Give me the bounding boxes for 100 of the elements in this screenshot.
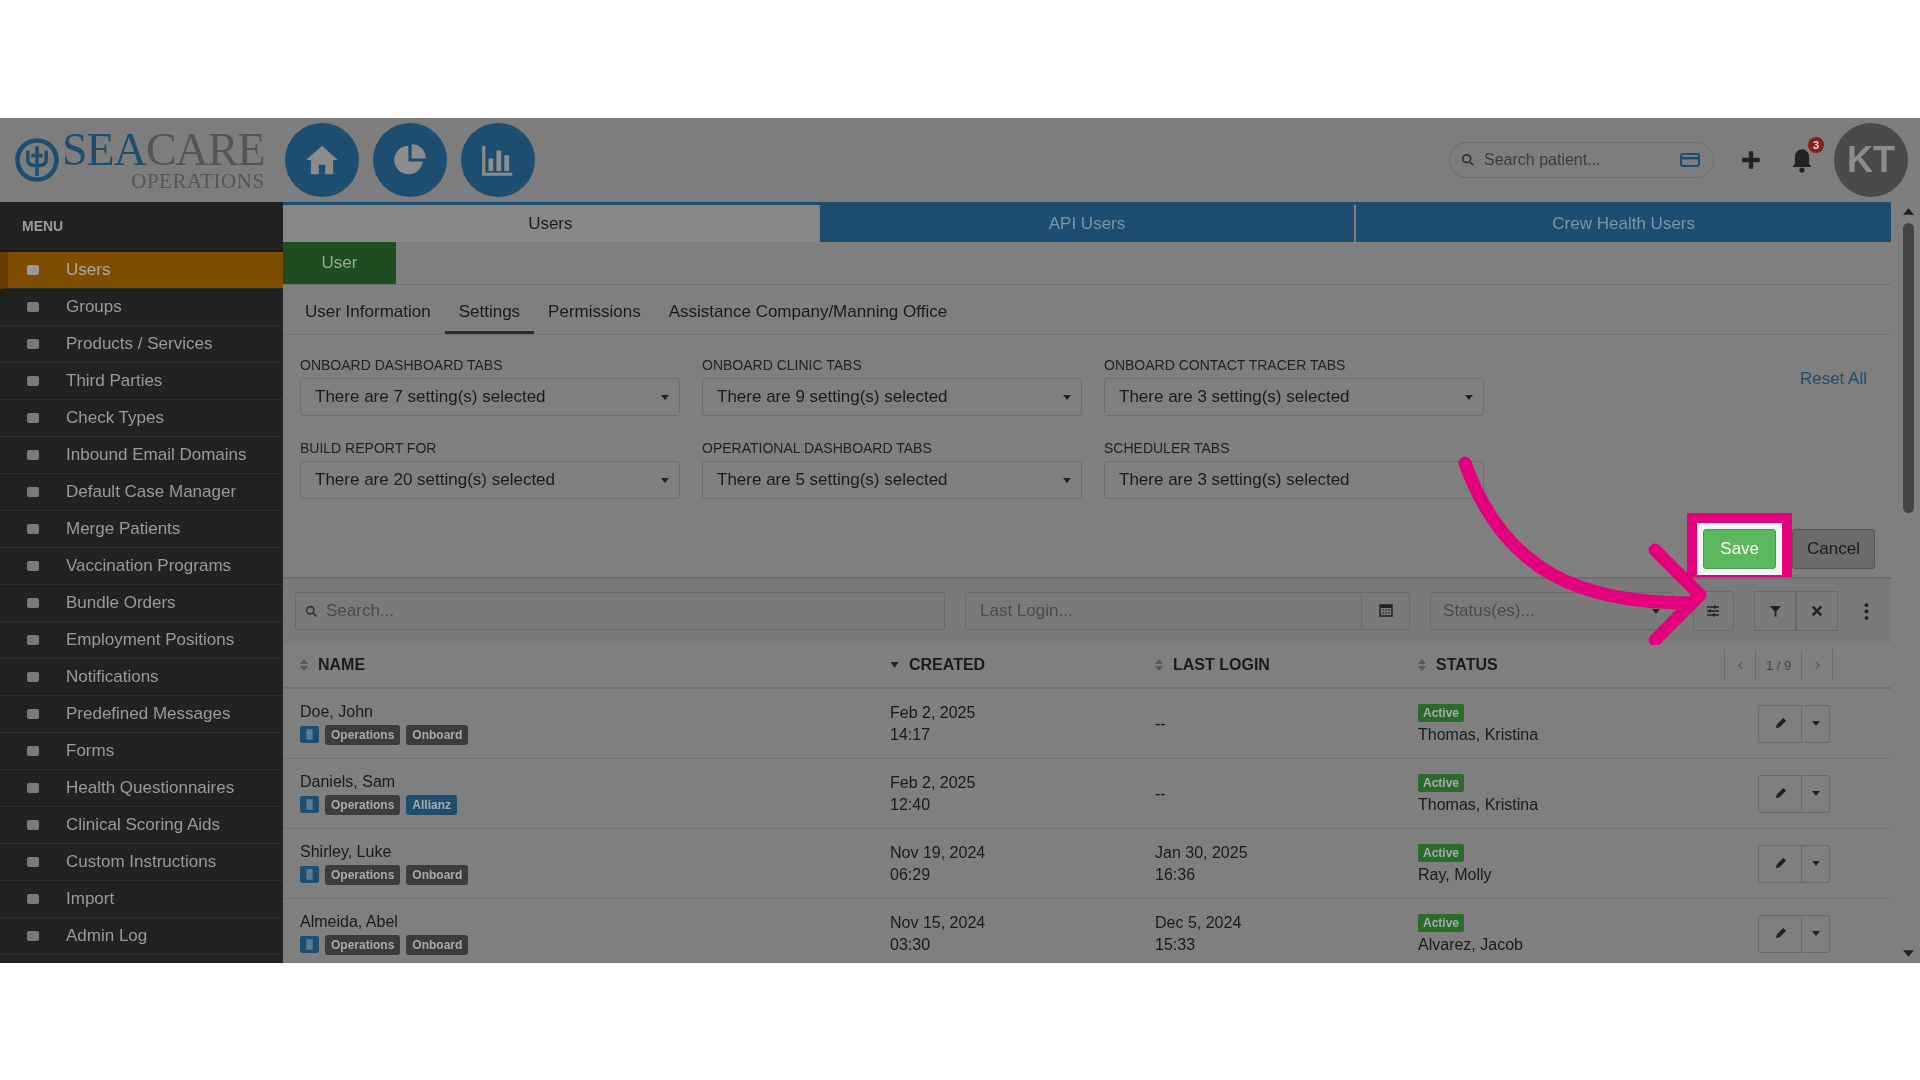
user-name: Shirley, Luke <box>300 842 392 861</box>
tab[interactable]: Crew Health Users <box>1356 205 1891 242</box>
last-login-date: 15:33 <box>1155 935 1196 954</box>
filter-button[interactable] <box>1754 591 1797 631</box>
created-date: 12:40 <box>890 795 931 814</box>
square-icon <box>26 337 40 351</box>
user-name: Doe, John <box>300 702 373 721</box>
card-icon[interactable] <box>1680 153 1700 167</box>
subtab[interactable]: Assistance Company/Manning Office <box>654 285 962 334</box>
sidebar-item[interactable]: Merge Patients <box>0 511 283 548</box>
column-header[interactable]: LAST LOGIN <box>1155 656 1418 674</box>
search-icon <box>305 605 318 618</box>
sidebar-item[interactable]: Users <box>0 252 283 289</box>
square-icon <box>26 411 40 425</box>
square-icon <box>26 818 40 832</box>
subtab[interactable]: Settings <box>444 285 535 334</box>
created-date: Nov 19, 2024 <box>890 843 986 862</box>
square-icon <box>26 448 40 462</box>
subtab[interactable]: User Information <box>291 285 445 334</box>
sidebar-item[interactable]: Health Questionnaires <box>0 770 283 807</box>
chevron-left-icon <box>1737 660 1743 670</box>
calendar-icon <box>1378 602 1393 617</box>
created-date: 03:30 <box>890 935 931 954</box>
last-login-date: Jan 30, 2025 <box>1155 843 1248 862</box>
tag: Operations <box>325 934 401 955</box>
case-manager: Alvarez, Jacob <box>1418 935 1523 954</box>
tab[interactable]: API Users <box>819 205 1355 242</box>
sidebar-item[interactable]: Predefined Messages <box>0 696 283 733</box>
user-name: Daniels, Sam <box>300 772 396 791</box>
square-icon <box>26 707 40 721</box>
sidebar-item[interactable]: Custom Instructions <box>0 844 283 881</box>
page-indicator: 1 / 9 <box>1755 649 1803 681</box>
case-manager: Ray, Molly <box>1418 865 1492 884</box>
add-icon[interactable] <box>1740 149 1762 171</box>
caret-icon <box>661 477 669 483</box>
setting-dropdown[interactable]: There are 3 setting(s) selected <box>1104 461 1484 499</box>
caret-icon <box>1063 477 1071 483</box>
setting-dropdown[interactable]: There are 7 setting(s) selected <box>300 378 680 416</box>
scrollbar-thumb[interactable] <box>1903 223 1914 513</box>
square-icon <box>26 300 40 314</box>
setting-label: BUILD REPORT FOR <box>300 440 438 456</box>
filter-icon <box>1768 604 1782 618</box>
last-login-date: -- <box>1155 784 1166 803</box>
caret-icon <box>1811 721 1820 726</box>
patient-search-field[interactable]: Search patient... <box>1449 142 1714 178</box>
edit-button[interactable] <box>1758 914 1802 953</box>
square-icon <box>26 781 40 795</box>
tag: Operations <box>325 864 401 885</box>
edit-button[interactable] <box>1758 704 1802 743</box>
sidebar-item[interactable]: Check Types <box>0 400 283 437</box>
sidebar-item[interactable]: Default Case Manager <box>0 474 283 511</box>
sidebar-item[interactable]: Vaccination Programs <box>0 548 283 585</box>
setting-dropdown[interactable]: There are 9 setting(s) selected <box>702 378 1082 416</box>
sidebar-item[interactable]: Inbound Email Domains <box>0 437 283 474</box>
setting-dropdown[interactable]: There are 3 setting(s) selected <box>1104 378 1484 416</box>
column-header[interactable]: STATUS <box>1418 656 1718 674</box>
avatar[interactable]: KT <box>1834 123 1908 197</box>
sidebar-item[interactable]: Bundle Orders <box>0 585 283 622</box>
scroll-down-icon[interactable] <box>1903 950 1914 957</box>
created-date: 06:29 <box>890 865 931 884</box>
scroll-up-icon[interactable] <box>1903 208 1914 215</box>
tab[interactable]: Users <box>283 205 818 242</box>
sidebar-item[interactable]: Import <box>0 881 283 918</box>
sidebar-item[interactable]: Forms <box>0 733 283 770</box>
caret-icon <box>1811 861 1820 866</box>
save-button[interactable]: Save <box>1703 529 1777 569</box>
adjust-button[interactable] <box>1692 591 1735 631</box>
setting-dropdown[interactable]: There are 5 setting(s) selected <box>702 461 1082 499</box>
reset-all-link[interactable]: Reset All <box>1799 369 1867 389</box>
tag: Onboard <box>406 724 469 745</box>
sidebar-item[interactable]: Groups <box>0 289 283 326</box>
column-header[interactable]: NAME <box>300 656 890 674</box>
sidebar-item[interactable]: Third Parties <box>0 363 283 400</box>
square-icon <box>26 855 40 869</box>
calendar-button[interactable] <box>1362 592 1411 630</box>
clear-button[interactable] <box>1796 591 1839 631</box>
edit-button[interactable] <box>1758 844 1802 883</box>
chevron-right-icon <box>1814 660 1820 670</box>
cancel-button[interactable]: Cancel <box>1792 529 1875 569</box>
square-icon <box>26 633 40 647</box>
bell-icon[interactable] <box>1790 147 1814 173</box>
more-icon[interactable] <box>1864 602 1869 620</box>
caret-icon <box>1811 791 1820 796</box>
pencil-icon <box>1773 717 1787 730</box>
sidebar-item[interactable]: Employment Positions <box>0 622 283 659</box>
sidebar-item[interactable]: Products / Services <box>0 326 283 363</box>
column-header[interactable]: CREATED <box>890 656 1155 674</box>
sidebar-item[interactable]: Admin Log <box>0 918 283 955</box>
edit-button[interactable] <box>1758 774 1802 813</box>
square-icon <box>26 892 40 906</box>
sidebar-item[interactable]: Clinical Scoring Aids <box>0 807 283 844</box>
sidebar-item[interactable]: Notifications <box>0 659 283 696</box>
user-button[interactable]: User <box>283 242 396 284</box>
caret-icon <box>1465 394 1473 400</box>
setting-dropdown[interactable]: There are 20 setting(s) selected <box>300 461 680 499</box>
subtab[interactable]: Permissions <box>534 285 655 334</box>
status-badge: Active <box>1418 703 1465 722</box>
caret-icon <box>661 394 669 400</box>
setting-label: ONBOARD DASHBOARD TABS <box>300 357 504 373</box>
square-icon <box>26 485 40 499</box>
